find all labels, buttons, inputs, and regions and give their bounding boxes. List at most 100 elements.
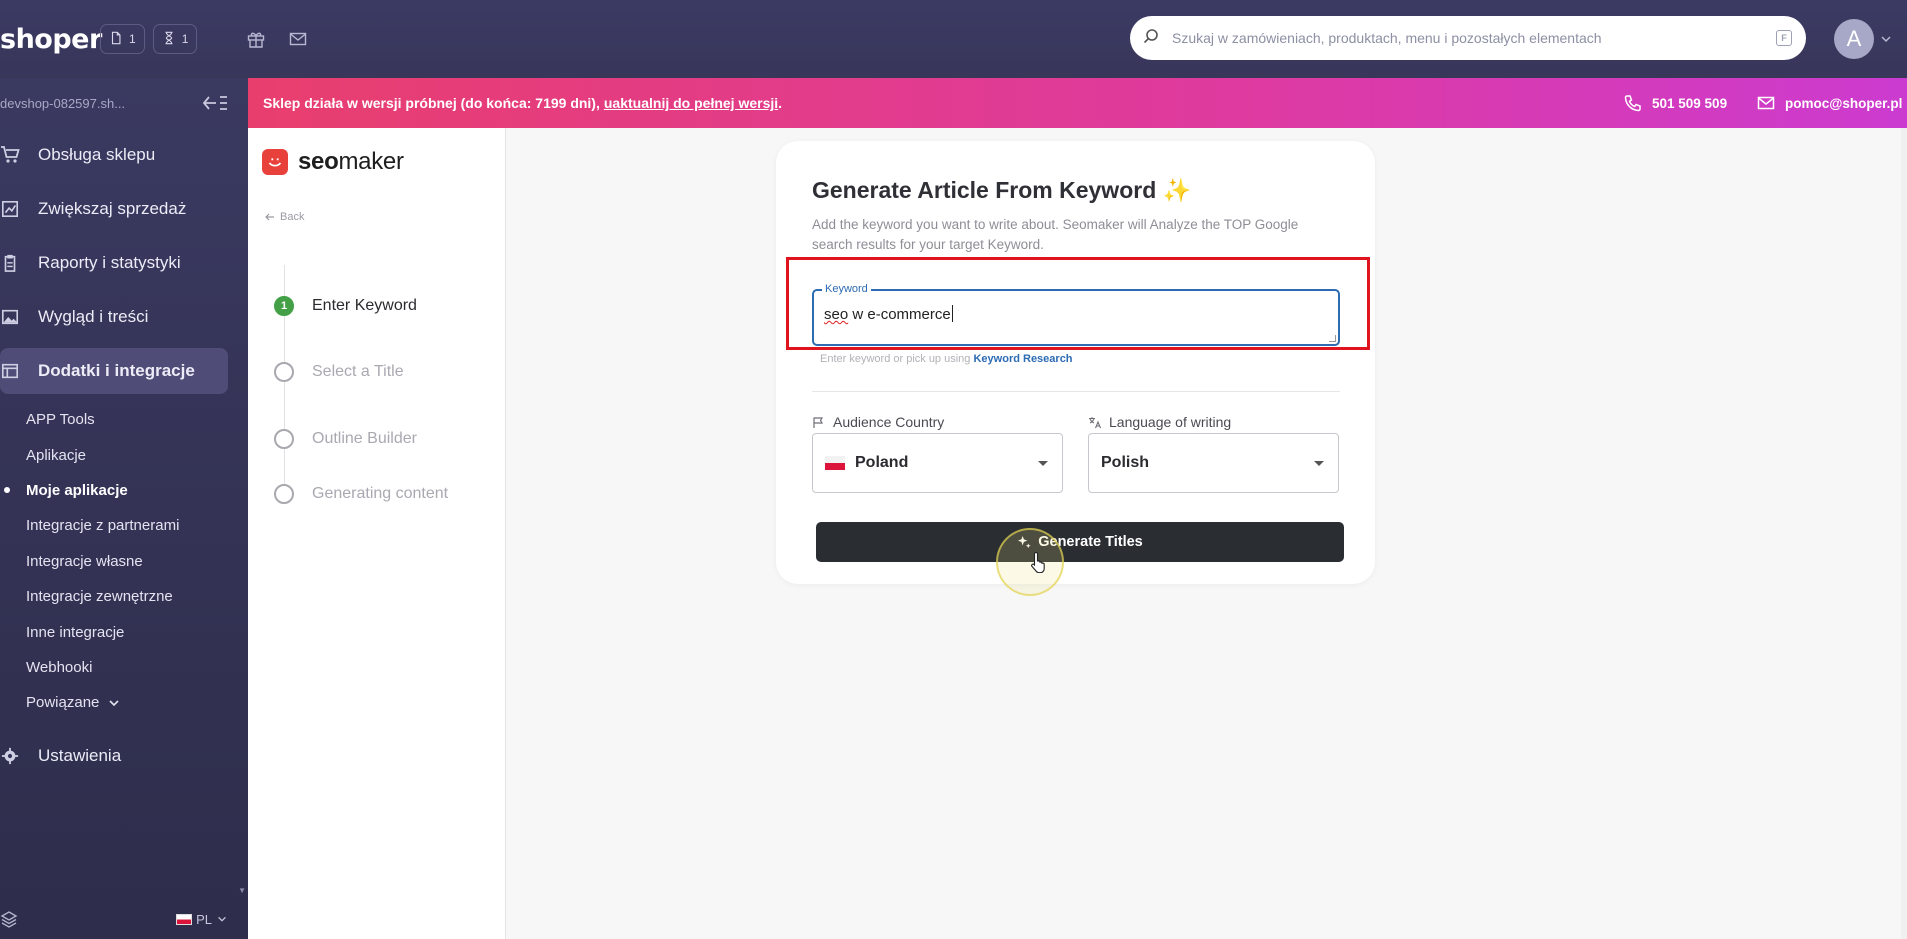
pending-counter[interactable]: 1: [152, 24, 198, 54]
submenu-item-inne-integracje[interactable]: Inne integracje: [26, 614, 248, 649]
keyword-input[interactable]: seo w e-commerce: [824, 305, 953, 323]
keyword-helper: Enter keyword or pick up using Keyword R…: [820, 353, 1073, 365]
submenu-item-moje-aplikacje[interactable]: Moje aplikacje: [4, 473, 248, 508]
search-bar[interactable]: Szukaj w zamówieniach, produktach, menu …: [1130, 16, 1806, 60]
document-icon: [109, 31, 123, 48]
top-bar: shoper 1 1 Szukaj w zamówieniach, produk…: [0, 0, 1907, 78]
divider: [812, 391, 1340, 392]
orders-count: 1: [129, 32, 136, 46]
card-title: Generate Article From Keyword ✨: [812, 177, 1192, 203]
mail-icon[interactable]: [287, 28, 309, 50]
keyword-field[interactable]: Keyword seo w e-commerce: [812, 283, 1340, 346]
chevron-down-icon[interactable]: [1879, 32, 1893, 46]
seomaker-mark-icon: [262, 149, 288, 175]
page-scrollbar[interactable]: [1901, 128, 1907, 939]
submenu-item-integracje-partnerzy[interactable]: Integracje z partnerami: [26, 508, 248, 543]
resize-handle[interactable]: [1329, 335, 1336, 342]
submenu: APP Tools Aplikacje Moje aplikacje Integ…: [0, 402, 248, 721]
sidebar-item-obsluga-sklepu[interactable]: Obsługa sklepu: [0, 132, 228, 178]
email-contact[interactable]: pomoc@shoper.pl: [1757, 78, 1902, 128]
collapse-sidebar-icon[interactable]: [202, 93, 228, 113]
submenu-item-app-tools[interactable]: APP Tools: [26, 402, 248, 437]
submenu-item-integracje-wlasne[interactable]: Integracje własne: [26, 544, 248, 579]
seomaker-wordmark: seomaker: [298, 148, 404, 175]
sidebar: devshop-082597.sh... Obsługa sklepu Zwię…: [0, 78, 248, 939]
sidebar-item-label: Dodatki i integracje: [38, 361, 195, 380]
avatar[interactable]: A: [1834, 19, 1874, 59]
sidebar-item-label: Zwiększaj sprzedaż: [38, 199, 187, 218]
poland-flag-icon: [176, 913, 193, 925]
sidebar-item-ustawienia[interactable]: Ustawienia: [0, 733, 228, 779]
gear-icon: [0, 746, 20, 766]
translate-icon: [1089, 416, 1101, 428]
gift-icon[interactable]: [245, 28, 267, 50]
search-icon: [1142, 27, 1160, 50]
sidebar-item-dodatki[interactable]: Dodatki i integracje: [0, 348, 228, 394]
submenu-item-label: Powiązane: [26, 694, 100, 712]
language-select[interactable]: Polish: [1088, 433, 1339, 493]
submenu-item-webhooki[interactable]: Webhooki: [26, 650, 248, 685]
sidebar-item-label: Ustawienia: [38, 745, 122, 765]
sidebar-footer: PL: [0, 899, 248, 939]
shop-name[interactable]: devshop-082597.sh...: [0, 96, 125, 111]
language-label: Language of writing: [1088, 414, 1231, 430]
dropdown-arrow-icon: [1038, 460, 1048, 466]
sidebar-item-raporty[interactable]: Raporty i statystyki: [0, 240, 228, 286]
submenu-item-aplikacje[interactable]: Aplikacje: [26, 437, 248, 472]
country-select[interactable]: Poland: [812, 433, 1063, 493]
step-dot: [274, 362, 294, 382]
step-dot: [274, 484, 294, 504]
phone-number: 501 509 509: [1652, 95, 1728, 111]
arrow-left-icon: [265, 213, 274, 221]
phone-contact[interactable]: 501 509 509: [1624, 78, 1727, 128]
step-dot: [274, 429, 294, 449]
country-label: Audience Country: [812, 414, 944, 430]
chevron-down-icon: [109, 700, 119, 706]
back-link[interactable]: Back: [264, 211, 304, 223]
step-label: Outline Builder: [312, 430, 417, 447]
steps-panel: seomaker Back 1 Enter Keyword Select a T…: [248, 128, 506, 939]
country-value: Poland: [855, 454, 909, 471]
step-label: Enter Keyword: [312, 297, 417, 314]
seomaker-logo: seomaker: [262, 148, 404, 176]
card-description: Add the keyword you want to write about.…: [812, 217, 1299, 252]
step-number: 1: [274, 296, 294, 316]
dropdown-arrow-icon: [1314, 460, 1324, 466]
trial-text: Sklep działa w wersji próbnej (do końca:…: [263, 95, 600, 111]
hourglass-icon: [162, 31, 176, 48]
submenu-item-powiazane[interactable]: Powiązane: [26, 685, 248, 720]
text-caret: [951, 305, 953, 322]
sparkles-icon: ✨: [1162, 177, 1192, 203]
shop-row: devshop-082597.sh...: [0, 78, 248, 128]
sidebar-item-label: Obsługa sklepu: [38, 145, 156, 164]
step-select-title: Select a Title: [274, 362, 404, 382]
shortcut-key-icon: F: [1776, 30, 1792, 46]
language-selector[interactable]: PL: [176, 912, 228, 927]
flag-icon: [813, 416, 824, 428]
language-code: PL: [196, 911, 212, 927]
orders-counter[interactable]: 1: [100, 24, 145, 54]
step-enter-keyword: 1 Enter Keyword: [274, 296, 417, 316]
mail-icon: [1757, 96, 1775, 110]
keyword-research-link[interactable]: Keyword Research: [973, 353, 1072, 365]
layers-icon[interactable]: [0, 910, 18, 928]
trial-text-suffix: .: [778, 95, 783, 111]
sidebar-item-wyglad[interactable]: Wygląd i treści: [0, 294, 228, 340]
window-icon: [0, 361, 20, 381]
sidebar-item-zwiekszaj-sprzedaz[interactable]: Zwiększaj sprzedaż: [0, 186, 228, 232]
submenu-item-integracje-zewnetrzne[interactable]: Integracje zewnętrzne: [26, 579, 248, 614]
chevron-down-icon: [218, 916, 226, 922]
language-value: Polish: [1101, 454, 1150, 471]
shoper-logo[interactable]: shoper: [0, 24, 102, 55]
phone-icon: [1624, 95, 1641, 112]
email-address: pomoc@shoper.pl: [1785, 95, 1903, 111]
scroll-down-icon[interactable]: ▼: [238, 886, 246, 895]
clipboard-icon: [0, 253, 20, 273]
app-area: seomaker Back 1 Enter Keyword Select a T…: [248, 128, 1907, 939]
generate-titles-button[interactable]: Generate Titles: [816, 522, 1344, 562]
upgrade-link[interactable]: uaktualnij do pełnej wersji: [604, 95, 778, 111]
search-input[interactable]: Szukaj w zamówieniach, produktach, menu …: [1172, 30, 1776, 46]
chart-icon: [0, 199, 20, 219]
poland-flag-icon: [825, 456, 845, 470]
step-generating-content: Generating content: [274, 484, 448, 504]
